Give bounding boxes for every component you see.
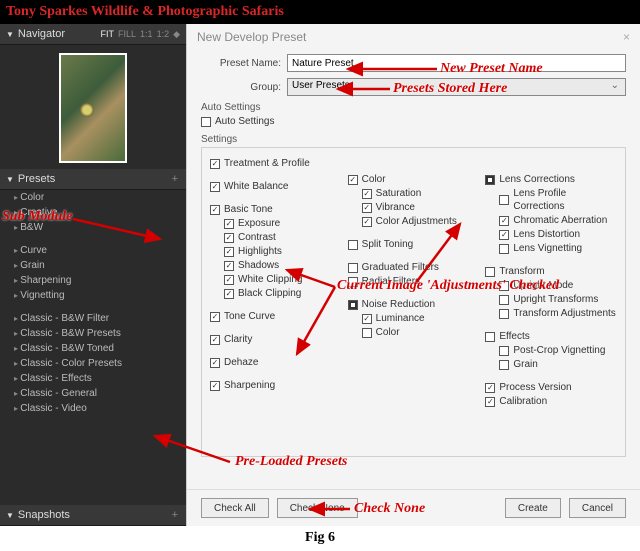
snapshots-label: Snapshots (18, 509, 70, 521)
preset-group[interactable]: Grain (0, 258, 186, 273)
chk-white-balance[interactable]: White Balance (210, 180, 342, 193)
chk-luminance[interactable]: Luminance (362, 312, 480, 325)
check-all-button[interactable]: Check All (201, 498, 269, 518)
photo-thumbnail (59, 53, 127, 163)
check-none-button[interactable]: Check None (277, 498, 358, 518)
preset-group[interactable]: Classic - Color Presets (0, 356, 186, 371)
chk-transform-adjustments[interactable]: Transform Adjustments (499, 307, 617, 320)
chk-vibrance[interactable]: Vibrance (362, 201, 480, 214)
close-icon[interactable]: × (623, 30, 630, 44)
left-panel: ▼ Navigator FIT FILL 1:1 1:2 ◆ ▼ Presets… (0, 24, 186, 526)
chk-color[interactable]: Color (348, 173, 480, 186)
disclosure-icon: ▼ (6, 511, 14, 520)
add-preset-icon[interactable]: + (170, 173, 180, 185)
chk-lens-distortion[interactable]: Lens Distortion (499, 228, 617, 241)
snapshots-header[interactable]: ▼ Snapshots + (0, 505, 186, 526)
preset-group[interactable]: Classic - B&W Toned (0, 341, 186, 356)
chk-treatment[interactable]: Treatment & Profile (210, 157, 342, 170)
preset-group[interactable]: Creative (0, 205, 186, 220)
chk-post-crop-vignetting[interactable]: Post-Crop Vignetting (499, 344, 617, 357)
zoom-1-1[interactable]: 1:1 (140, 29, 153, 40)
navigator-preview[interactable] (0, 45, 186, 169)
preset-group[interactable]: Classic - Effects (0, 371, 186, 386)
zoom-fill[interactable]: FILL (118, 29, 136, 40)
chk-transform[interactable]: Transform (485, 265, 617, 278)
chk-black-clipping[interactable]: Black Clipping (224, 287, 342, 300)
add-snapshot-icon[interactable]: + (170, 509, 180, 521)
preset-group[interactable]: Classic - General (0, 386, 186, 401)
group-label: Group: (201, 82, 281, 93)
chk-contrast[interactable]: Contrast (224, 231, 342, 244)
preset-group[interactable]: Sharpening (0, 273, 186, 288)
chk-saturation[interactable]: Saturation (362, 187, 480, 200)
settings-heading: Settings (201, 134, 626, 145)
preset-list: Color Creative B&W Curve Grain Sharpenin… (0, 190, 186, 416)
auto-settings-checkbox[interactable]: Auto Settings (201, 115, 626, 128)
chk-tone-curve[interactable]: Tone Curve (210, 310, 342, 323)
new-develop-preset-dialog: New Develop Preset × Preset Name: Group:… (186, 24, 640, 526)
preset-group[interactable]: Color (0, 190, 186, 205)
chk-chromatic-aberration[interactable]: Chromatic Aberration (499, 214, 617, 227)
chk-basic-tone[interactable]: Basic Tone (210, 203, 342, 216)
preset-name-label: Preset Name: (201, 58, 281, 69)
chk-noise-reduction[interactable]: Noise Reduction (348, 298, 480, 311)
presets-header[interactable]: ▼ Presets + (0, 169, 186, 190)
chk-graduated-filters[interactable]: Graduated Filters (348, 261, 480, 274)
chk-calibration[interactable]: Calibration (485, 395, 617, 408)
preset-group[interactable]: Vignetting (0, 288, 186, 303)
navigator-header[interactable]: ▼ Navigator FIT FILL 1:1 1:2 ◆ (0, 24, 186, 45)
chk-lens-vignetting[interactable]: Lens Vignetting (499, 242, 617, 255)
chk-grain[interactable]: Grain (499, 358, 617, 371)
preset-group[interactable]: Classic - B&W Presets (0, 326, 186, 341)
chk-exposure[interactable]: Exposure (224, 217, 342, 230)
figure-caption: Fig 6 (0, 526, 640, 550)
chk-upright-transforms[interactable]: Upright Transforms (499, 293, 617, 306)
preset-name-input[interactable] (287, 54, 626, 72)
create-button[interactable]: Create (505, 498, 561, 518)
chk-white-clipping[interactable]: White Clipping (224, 273, 342, 286)
chk-lens-corrections[interactable]: Lens Corrections (485, 173, 617, 186)
tutorial-title: Tony Sparkes Wildlife & Photographic Saf… (0, 0, 640, 24)
chk-noise-color[interactable]: Color (362, 326, 480, 339)
disclosure-icon: ▼ (6, 30, 14, 39)
chk-radial-filters[interactable]: Radial Filters (348, 275, 480, 288)
chk-lens-profile[interactable]: Lens Profile Corrections (499, 187, 617, 213)
preset-group[interactable]: Classic - Video (0, 401, 186, 416)
chk-upright-mode[interactable]: Upright Mode (499, 279, 617, 292)
chk-split-toning[interactable]: Split Toning (348, 238, 480, 251)
auto-settings-heading: Auto Settings (201, 102, 626, 113)
zoom-ratio[interactable]: 1:2 (157, 29, 170, 40)
chk-shadows[interactable]: Shadows (224, 259, 342, 272)
chk-highlights[interactable]: Highlights (224, 245, 342, 258)
chk-effects[interactable]: Effects (485, 330, 617, 343)
cancel-button[interactable]: Cancel (569, 498, 626, 518)
preset-group[interactable]: B&W (0, 220, 186, 235)
chk-sharpening[interactable]: Sharpening (210, 379, 342, 392)
presets-label: Presets (18, 173, 55, 185)
chk-process-version[interactable]: Process Version (485, 381, 617, 394)
chk-color-adjustments[interactable]: Color Adjustments (362, 215, 480, 228)
disclosure-icon: ▼ (6, 175, 14, 184)
preset-group[interactable]: Curve (0, 243, 186, 258)
dialog-title: New Develop Preset (197, 30, 306, 44)
preset-group[interactable]: Classic - B&W Filter (0, 311, 186, 326)
navigator-label: Navigator (18, 28, 65, 40)
chk-dehaze[interactable]: Dehaze (210, 356, 342, 369)
group-select[interactable]: User Presets (287, 78, 626, 96)
zoom-menu-icon[interactable]: ◆ (173, 29, 180, 40)
zoom-fit[interactable]: FIT (101, 29, 115, 40)
chk-clarity[interactable]: Clarity (210, 333, 342, 346)
